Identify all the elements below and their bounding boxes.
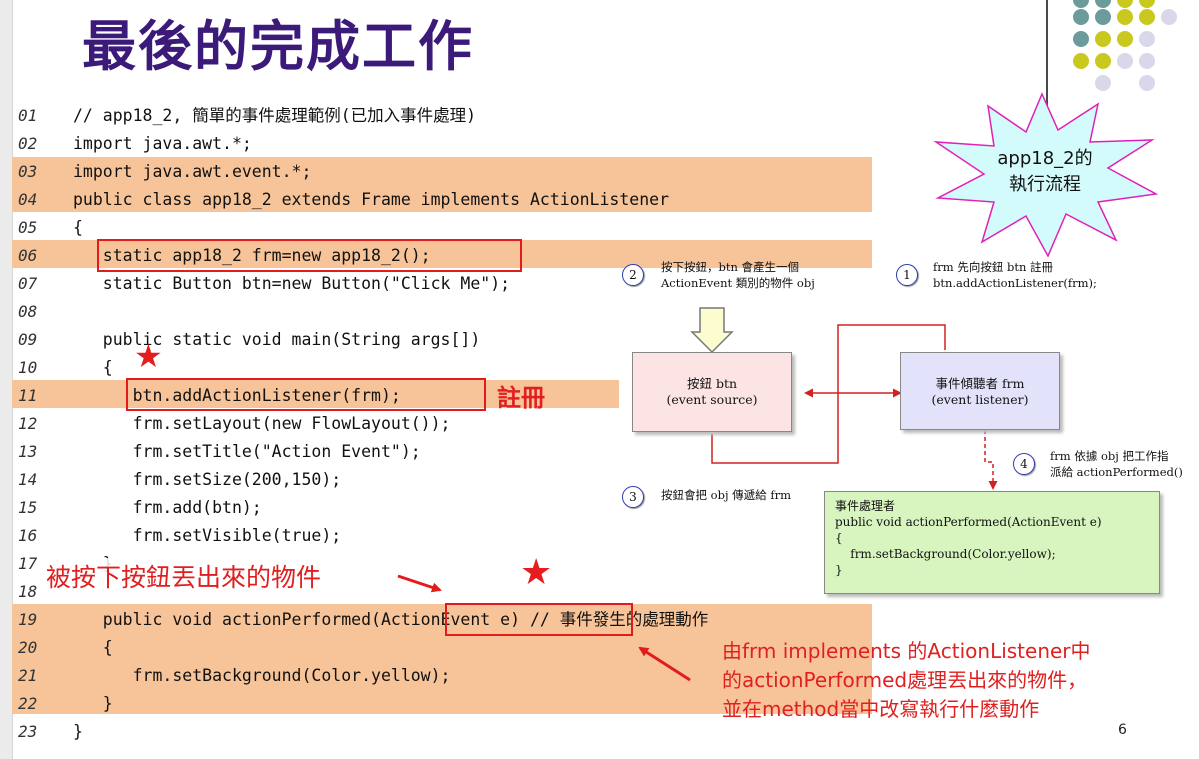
step-4-note: frm 依據 obj 把工作指 派給 actionPerformed() — [1050, 448, 1183, 480]
step-2-badge: 2 — [622, 264, 644, 286]
handler-line: frm.setBackground(Color.yellow); — [835, 547, 1056, 561]
note-line: ActionEvent 類別的物件 obj — [661, 276, 815, 290]
note-line: btn.addActionListener(frm); — [933, 276, 1097, 290]
handler-line: 事件處理者 — [835, 499, 896, 513]
box-label: 按鈕 btn — [686, 376, 738, 391]
event-handler-box: 事件處理者 public void actionPerformed(Action… — [824, 491, 1160, 594]
step-3-badge: 3 — [622, 486, 644, 508]
box-label: 事件傾聽者 frm — [935, 376, 1025, 391]
step-1-badge: 1 — [896, 264, 918, 286]
step-1-note: frm 先向按鈕 btn 註冊 btn.addActionListener(fr… — [933, 259, 1097, 291]
event-source-box: 按鈕 btn (event source) — [632, 352, 792, 432]
step-4-badge: 4 — [1013, 453, 1035, 475]
page-number: 6 — [1118, 722, 1127, 738]
down-arrow-icon — [690, 307, 734, 354]
event-listener-box: 事件傾聽者 frm (event listener) — [900, 352, 1060, 430]
step-3-note: 按鈕會把 obj 傳遞給 frm — [661, 487, 791, 503]
handler-line: public void actionPerformed(ActionEvent … — [835, 515, 1102, 529]
note-line: 派給 actionPerformed() — [1050, 465, 1183, 479]
dispatch-arrow — [984, 430, 998, 490]
note-line: 按鈕會把 obj 傳遞給 frm — [661, 488, 791, 502]
note-line: frm 依據 obj 把工作指 — [1050, 449, 1169, 463]
note-line: 按下按鈕，btn 會產生一個 — [661, 260, 800, 274]
box-label: (event listener) — [931, 392, 1029, 407]
note-line: frm 先向按鈕 btn 註冊 — [933, 260, 1054, 274]
box-label: (event source) — [666, 392, 758, 407]
handler-line: } — [835, 563, 843, 577]
handler-line: { — [835, 531, 843, 545]
step-2-note: 按下按鈕，btn 會產生一個 ActionEvent 類別的物件 obj — [661, 259, 815, 291]
